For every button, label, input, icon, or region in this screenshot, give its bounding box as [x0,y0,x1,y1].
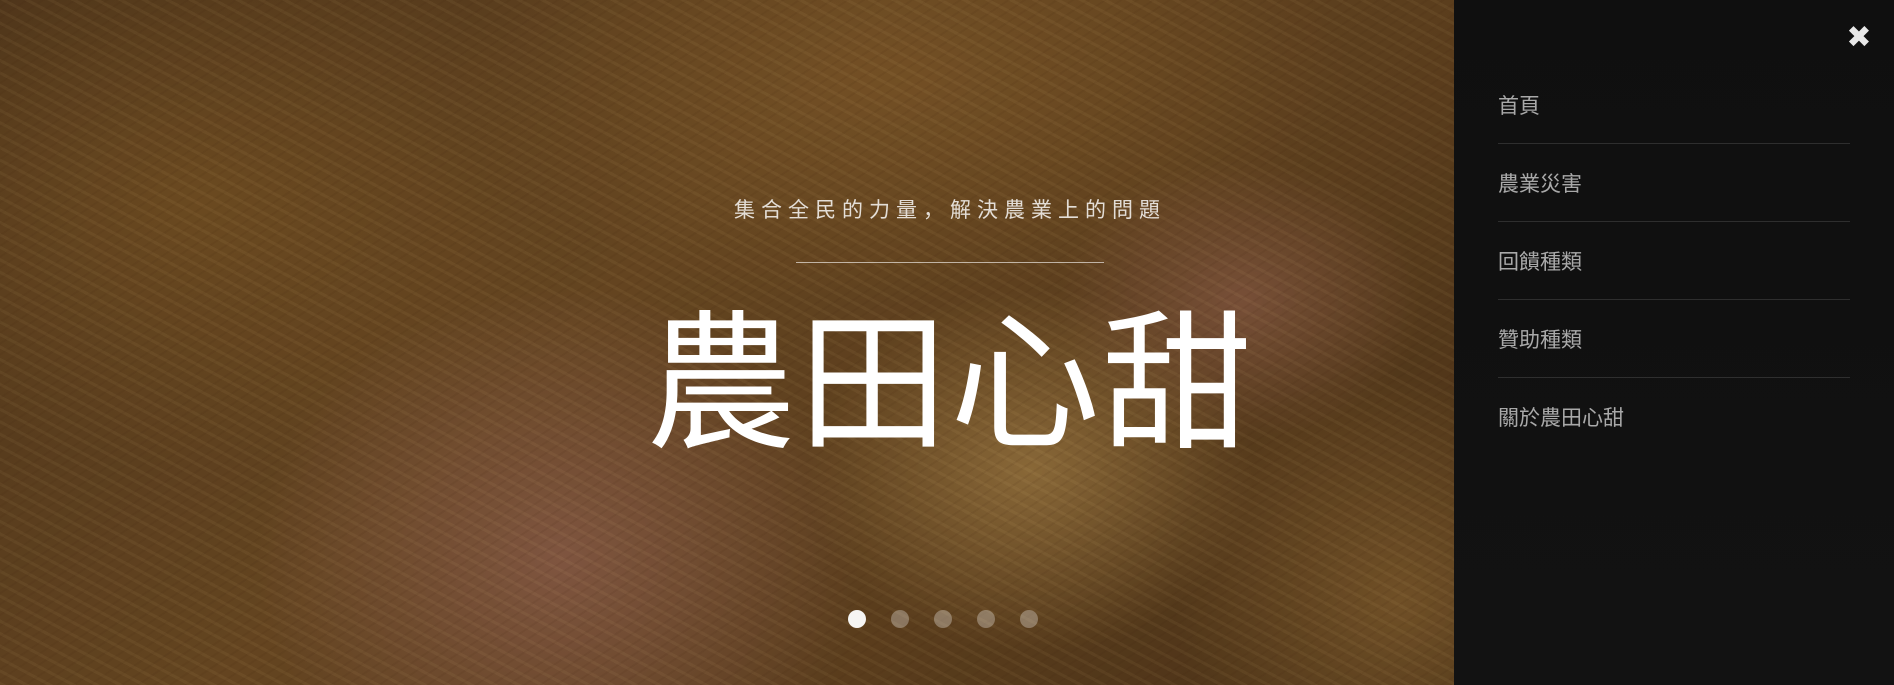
nav-item-sponsor-types[interactable]: 贊助種類 [1498,300,1850,378]
nav-item-label: 回饋種類 [1498,249,1582,274]
hero-tagline: 集合全民的力量，解決農業上的問題 [734,198,1166,222]
nav-item-label: 關於農田心甜 [1498,406,1624,430]
nav-item-about[interactable]: 關於農田心甜 [1498,378,1850,456]
carousel-dot-3[interactable] [934,610,952,628]
carousel-dot-1[interactable] [848,610,866,628]
nav-item-reward-types[interactable]: 回饋種類 [1498,222,1850,300]
hero-divider [796,262,1104,263]
hero-title: 農田心甜 [645,298,1254,472]
carousel-dot-2[interactable] [891,610,909,628]
nav-item-label: 贊助種類 [1498,327,1582,352]
carousel-dot-5[interactable] [1020,610,1038,628]
carousel-indicators [848,610,1038,628]
nav-item-agri-disasters[interactable]: 農業災害 [1498,144,1850,222]
nav-item-home[interactable]: 首頁 [1498,66,1850,144]
nav-item-label: 首頁 [1498,93,1540,118]
carousel-dot-4[interactable] [977,610,995,628]
side-drawer: ✖ 首頁 農業災害 回饋種類 贊助種類 關於農田心甜 [1454,0,1894,685]
nav-item-label: 農業災害 [1498,171,1582,196]
drawer-nav: 首頁 農業災害 回饋種類 贊助種類 關於農田心甜 [1498,66,1850,456]
close-icon[interactable]: ✖ [1842,20,1876,55]
